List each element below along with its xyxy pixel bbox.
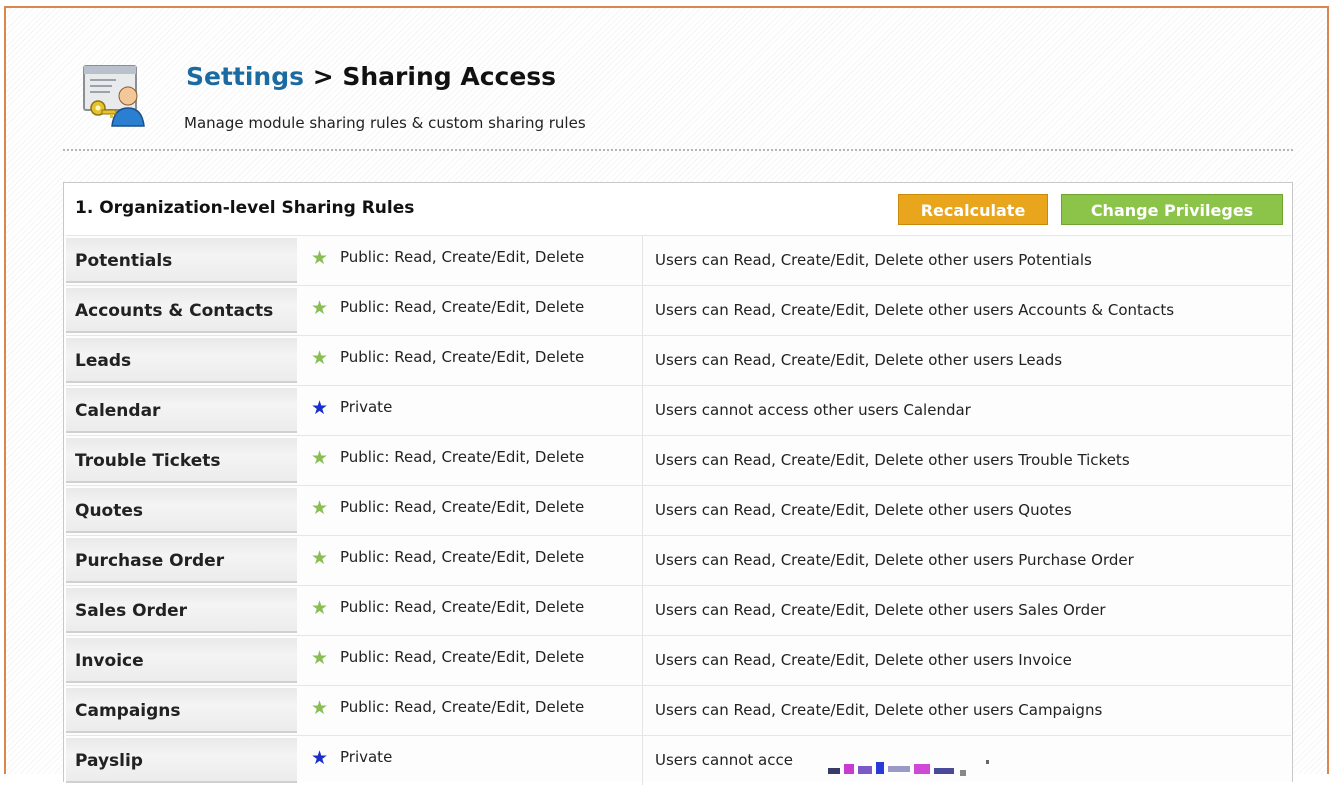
rule-description: Users can Read, Create/Edit, Delete othe… bbox=[655, 501, 1072, 519]
rule-description: Users can Read, Create/Edit, Delete othe… bbox=[655, 351, 1063, 369]
module-name: Calendar bbox=[75, 401, 161, 421]
rule-description: Users can Read, Create/Edit, Delete othe… bbox=[655, 251, 1092, 269]
breadcrumb-settings-link[interactable]: Settings bbox=[186, 62, 304, 91]
public-star-icon: ★ bbox=[311, 447, 329, 469]
module-cell: Campaigns bbox=[66, 688, 297, 733]
access-cell: ★ Public: Read, Create/Edit, Delete bbox=[298, 236, 643, 285]
rule-description: Users cannot access other users Calendar bbox=[655, 401, 971, 419]
access-cell: ★ Private bbox=[298, 736, 643, 785]
public-star-icon: ★ bbox=[311, 297, 329, 319]
private-star-icon: ★ bbox=[311, 747, 329, 769]
module-cell: Invoice bbox=[66, 638, 297, 683]
access-cell: ★ Public: Read, Create/Edit, Delete bbox=[298, 586, 643, 635]
rule-description: Users can Read, Create/Edit, Delete othe… bbox=[655, 551, 1134, 569]
module-cell: Purchase Order bbox=[66, 538, 297, 583]
module-name: Accounts & Contacts bbox=[75, 301, 274, 321]
access-level: Public: Read, Create/Edit, Delete bbox=[340, 248, 585, 266]
access-cell: ★ Public: Read, Create/Edit, Delete bbox=[298, 686, 643, 735]
recalculate-button[interactable]: Recalculate bbox=[898, 194, 1048, 225]
breadcrumb-separator: > bbox=[304, 62, 343, 91]
module-name: Trouble Tickets bbox=[75, 451, 221, 471]
access-level: Private bbox=[340, 398, 393, 416]
access-level: Public: Read, Create/Edit, Delete bbox=[340, 548, 585, 566]
panel-header: 1. Organization-level Sharing Rules Reca… bbox=[64, 183, 1292, 235]
access-cell: ★ Public: Read, Create/Edit, Delete bbox=[298, 536, 643, 585]
table-row: Accounts & Contacts ★ Public: Read, Create… bbox=[66, 285, 1291, 335]
section-title: 1. Organization-level Sharing Rules bbox=[75, 198, 415, 218]
module-name: Quotes bbox=[75, 501, 144, 521]
table-row: Potentials ★ Public: Read, Create/Edit, De… bbox=[66, 235, 1291, 285]
rule-description: Users can Read, Create/Edit, Delete othe… bbox=[655, 701, 1103, 719]
sharing-rules-table: Potentials ★ Public: Read, Create/Edit, De… bbox=[66, 235, 1291, 785]
module-name: Payslip bbox=[75, 751, 143, 771]
access-level: Public: Read, Create/Edit, Delete bbox=[340, 348, 585, 366]
access-level: Public: Read, Create/Edit, Delete bbox=[340, 598, 585, 616]
access-cell: ★ Public: Read, Create/Edit, Delete bbox=[298, 286, 643, 335]
public-star-icon: ★ bbox=[311, 497, 329, 519]
public-star-icon: ★ bbox=[311, 347, 329, 369]
change-privileges-button[interactable]: Change Privileges bbox=[1061, 194, 1283, 225]
access-cell: ★ Public: Read, Create/Edit, Delete bbox=[298, 336, 643, 385]
module-cell: Sales Order bbox=[66, 588, 297, 633]
module-cell: Accounts & Contacts bbox=[66, 288, 297, 333]
table-row: Invoice ★ Public: Read, Create/Edit, Delet… bbox=[66, 635, 1291, 685]
module-cell: Quotes bbox=[66, 488, 297, 533]
public-star-icon: ★ bbox=[311, 647, 329, 669]
page-title: Settings > Sharing Access bbox=[186, 62, 556, 91]
sharing-access-icon bbox=[83, 65, 145, 127]
public-star-icon: ★ bbox=[311, 247, 329, 269]
access-cell: ★ Public: Read, Create/Edit, Delete bbox=[298, 636, 643, 685]
module-name: Sales Order bbox=[75, 601, 188, 621]
table-row: Payslip ★ Private Users cannot acce bbox=[66, 735, 1291, 785]
rule-description: Users can Read, Create/Edit, Delete othe… bbox=[655, 651, 1072, 669]
module-cell: Calendar bbox=[66, 388, 297, 433]
public-star-icon: ★ bbox=[311, 547, 329, 569]
access-level: Public: Read, Create/Edit, Delete bbox=[340, 298, 585, 316]
module-cell: Trouble Tickets bbox=[66, 438, 297, 483]
public-star-icon: ★ bbox=[311, 597, 329, 619]
rule-description: Users can Read, Create/Edit, Delete othe… bbox=[655, 451, 1130, 469]
page-subtitle: Manage module sharing rules & custom sha… bbox=[184, 114, 586, 132]
table-row: Purchase Order ★ Public: Read, Create/Edit… bbox=[66, 535, 1291, 585]
module-cell: Leads bbox=[66, 338, 297, 383]
table-row: Calendar ★ Private Users cannot access othe… bbox=[66, 385, 1291, 435]
access-level: Public: Read, Create/Edit, Delete bbox=[340, 698, 585, 716]
module-cell: Payslip bbox=[66, 738, 297, 783]
private-star-icon: ★ bbox=[311, 397, 329, 419]
module-name: Leads bbox=[75, 351, 132, 371]
table-row: Campaigns ★ Public: Read, Create/Edit, Del… bbox=[66, 685, 1291, 735]
access-cell: ★ Private bbox=[298, 386, 643, 435]
module-name: Potentials bbox=[75, 251, 173, 271]
rule-description: Users can Read, Create/Edit, Delete othe… bbox=[655, 301, 1175, 319]
page-frame: Settings > Sharing Access Manage module … bbox=[4, 6, 1329, 785]
access-level: Private bbox=[340, 748, 393, 766]
module-name: Campaigns bbox=[75, 701, 181, 721]
rule-description: Users cannot acce bbox=[655, 751, 793, 769]
access-level: Public: Read, Create/Edit, Delete bbox=[340, 448, 585, 466]
access-level: Public: Read, Create/Edit, Delete bbox=[340, 648, 585, 666]
access-level: Public: Read, Create/Edit, Delete bbox=[340, 498, 585, 516]
header-divider bbox=[63, 149, 1293, 151]
rule-description: Users can Read, Create/Edit, Delete othe… bbox=[655, 601, 1106, 619]
table-row: Leads ★ Public: Read, Create/Edit, Delete U… bbox=[66, 335, 1291, 385]
module-name: Purchase Order bbox=[75, 551, 225, 571]
table-row: Sales Order ★ Public: Read, Create/Edit, D… bbox=[66, 585, 1291, 635]
access-cell: ★ Public: Read, Create/Edit, Delete bbox=[298, 436, 643, 485]
public-star-icon: ★ bbox=[311, 697, 329, 719]
access-cell: ★ Public: Read, Create/Edit, Delete bbox=[298, 486, 643, 535]
table-row: Quotes ★ Public: Read, Create/Edit, Delete… bbox=[66, 485, 1291, 535]
table-row: Trouble Tickets ★ Public: Read, Create/Edi… bbox=[66, 435, 1291, 485]
module-name: Invoice bbox=[75, 651, 144, 671]
module-cell: Potentials bbox=[66, 238, 297, 283]
page-title-text: Sharing Access bbox=[342, 62, 557, 91]
sharing-rules-panel: 1. Organization-level Sharing Rules Reca… bbox=[63, 182, 1293, 785]
image-artifact bbox=[828, 760, 989, 776]
